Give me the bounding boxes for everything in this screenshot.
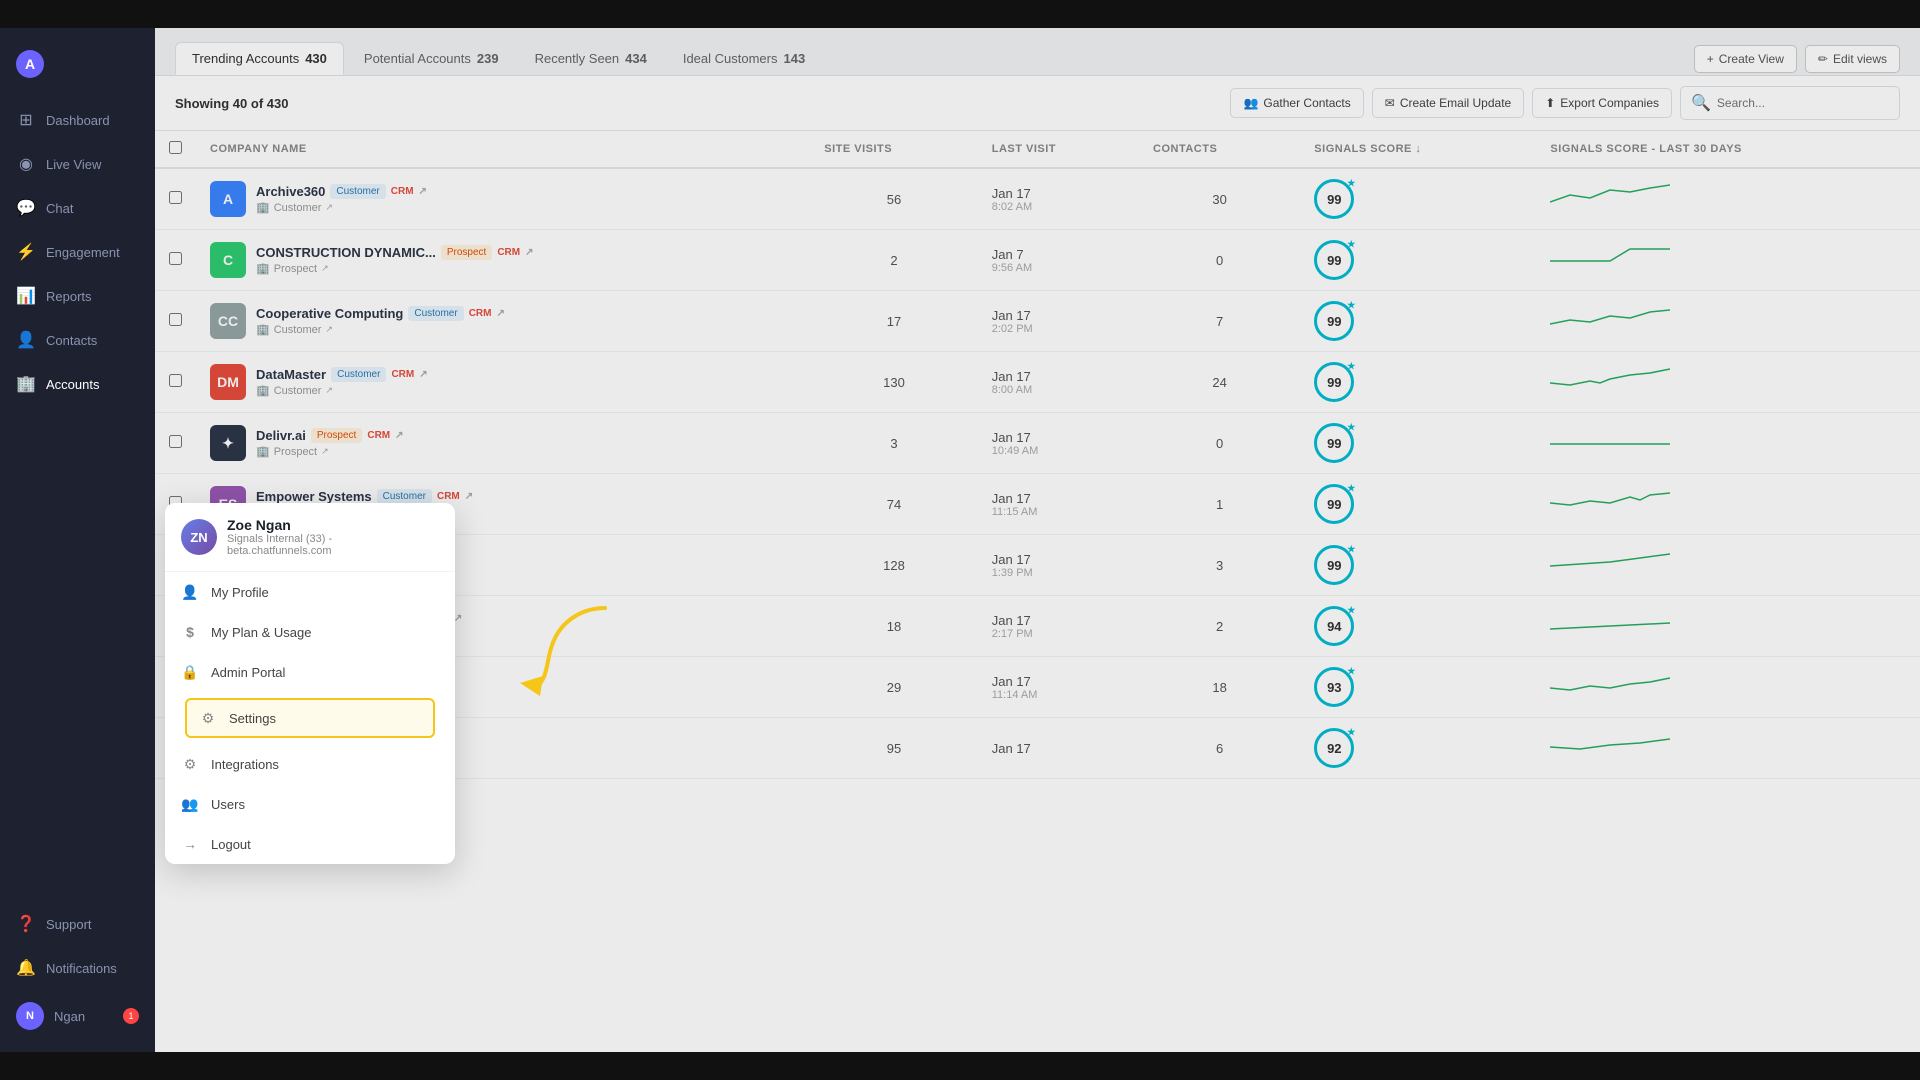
integrations-label: Integrations bbox=[211, 757, 279, 772]
user-avatar: N bbox=[16, 1002, 44, 1030]
engagement-icon: ⚡ bbox=[16, 242, 36, 262]
dropdown-my-profile[interactable]: 👤 My Profile bbox=[165, 572, 455, 612]
my-plan-icon: $ bbox=[181, 623, 199, 641]
users-icon: 👥 bbox=[181, 795, 199, 813]
sidebar-item-label: Dashboard bbox=[46, 113, 110, 128]
app-logo-icon: A bbox=[16, 50, 44, 78]
sidebar-item-label: Contacts bbox=[46, 333, 97, 348]
sidebar-item-label: Reports bbox=[46, 289, 92, 304]
settings-icon: ⚙ bbox=[199, 709, 217, 727]
sidebar-item-contacts[interactable]: 👤 Contacts bbox=[0, 318, 155, 362]
notifications-icon: 🔔 bbox=[16, 958, 36, 978]
dropdown-admin-portal[interactable]: 🔒 Admin Portal bbox=[165, 652, 455, 692]
dropdown-my-plan[interactable]: $ My Plan & Usage bbox=[165, 612, 455, 652]
sidebar-item-reports[interactable]: 📊 Reports bbox=[0, 274, 155, 318]
sidebar-item-live-view[interactable]: ◉ Live View bbox=[0, 142, 155, 186]
dropdown-header: ZN Zoe Ngan Signals Internal (33) - beta… bbox=[165, 503, 455, 572]
bottom-bar bbox=[0, 1052, 1920, 1080]
sidebar-item-support[interactable]: ❓ Support bbox=[0, 902, 155, 946]
users-label: Users bbox=[211, 797, 245, 812]
my-profile-label: My Profile bbox=[211, 585, 269, 600]
dropdown-avatar: ZN bbox=[181, 519, 217, 555]
top-bar bbox=[0, 0, 1920, 28]
dashboard-icon: ⊞ bbox=[16, 110, 36, 130]
reports-icon: 📊 bbox=[16, 286, 36, 306]
accounts-icon: 🏢 bbox=[16, 374, 36, 394]
integrations-icon: ⚙ bbox=[181, 755, 199, 773]
dropdown-integrations[interactable]: ⚙ Integrations bbox=[165, 744, 455, 784]
main-content: Trending Accounts 430 Potential Accounts… bbox=[155, 28, 1920, 1052]
support-icon: ❓ bbox=[16, 914, 36, 934]
settings-item-wrapper: ⚙ Settings bbox=[165, 692, 455, 744]
sidebar-item-label: Engagement bbox=[46, 245, 120, 260]
user-dropdown-menu: ZN Zoe Ngan Signals Internal (33) - beta… bbox=[165, 503, 455, 864]
my-profile-icon: 👤 bbox=[181, 583, 199, 601]
chat-icon: 💬 bbox=[16, 198, 36, 218]
logout-label: Logout bbox=[211, 837, 251, 852]
sidebar-item-label: Notifications bbox=[46, 961, 117, 976]
sidebar-item-user[interactable]: N Ngan 1 bbox=[0, 990, 155, 1042]
sidebar-item-label: Accounts bbox=[46, 377, 99, 392]
dropdown-settings[interactable]: ⚙ Settings bbox=[185, 698, 435, 738]
sidebar-item-label: Support bbox=[46, 917, 92, 932]
admin-portal-label: Admin Portal bbox=[211, 665, 285, 680]
sidebar: A ⊞ Dashboard ◉ Live View 💬 Chat ⚡ Engag… bbox=[0, 28, 155, 1052]
dropdown-logout[interactable]: → Logout bbox=[165, 824, 455, 864]
sidebar-item-dashboard[interactable]: ⊞ Dashboard bbox=[0, 98, 155, 142]
settings-label: Settings bbox=[229, 711, 276, 726]
sidebar-item-notifications[interactable]: 🔔 Notifications bbox=[0, 946, 155, 990]
sidebar-item-label: Chat bbox=[46, 201, 73, 216]
sidebar-item-engagement[interactable]: ⚡ Engagement bbox=[0, 230, 155, 274]
sidebar-item-chat[interactable]: 💬 Chat bbox=[0, 186, 155, 230]
sidebar-logo: A bbox=[0, 38, 155, 90]
admin-portal-icon: 🔒 bbox=[181, 663, 199, 681]
user-name-label: Ngan bbox=[54, 1009, 85, 1024]
sidebar-item-label: Live View bbox=[46, 157, 101, 172]
dropdown-user-info: Zoe Ngan Signals Internal (33) - beta.ch… bbox=[227, 517, 439, 557]
sidebar-item-accounts[interactable]: 🏢 Accounts bbox=[0, 362, 155, 406]
live-view-icon: ◉ bbox=[16, 154, 36, 174]
my-plan-label: My Plan & Usage bbox=[211, 625, 311, 640]
dropdown-avatar-initials: ZN bbox=[181, 519, 217, 555]
dropdown-user-name: Zoe Ngan bbox=[227, 517, 439, 533]
contacts-icon: 👤 bbox=[16, 330, 36, 350]
logout-icon: → bbox=[181, 835, 199, 853]
user-badge: 1 bbox=[123, 1008, 139, 1024]
dropdown-users[interactable]: 👥 Users bbox=[165, 784, 455, 824]
dropdown-user-sub: Signals Internal (33) - beta.chatfunnels… bbox=[227, 533, 439, 557]
